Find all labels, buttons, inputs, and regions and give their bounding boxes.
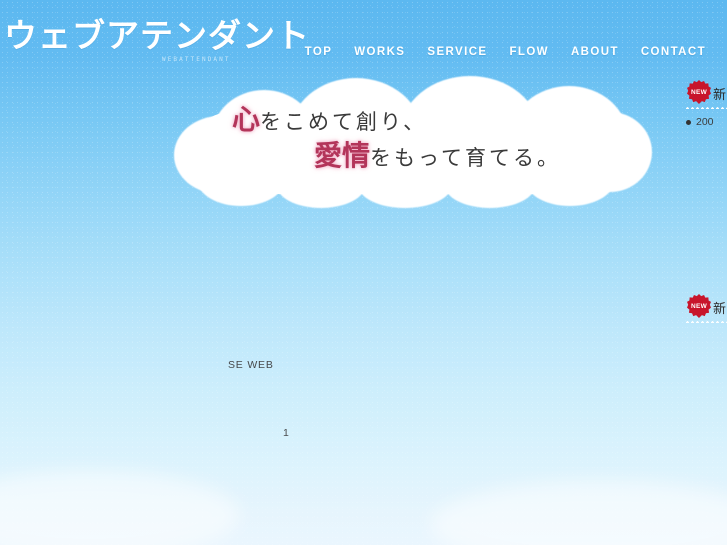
news-block-2: NEW 新 bbox=[681, 294, 727, 324]
haze-cloud-right bbox=[430, 480, 727, 545]
news-block-2-list bbox=[681, 330, 727, 339]
news-sidebar: NEW 新 200 NEW 新 bbox=[681, 78, 727, 458]
page-root: ··· ウェブアテンダント WEBATTENDANT TOP WORKS SER… bbox=[0, 0, 727, 545]
new-badge-icon[interactable]: NEW bbox=[687, 80, 711, 104]
haze-cloud-left bbox=[0, 470, 240, 545]
news-block-1-title: 新 bbox=[713, 88, 727, 103]
hero-accent-kokoro: 心 bbox=[232, 103, 261, 136]
news-block-2-header: NEW 新 bbox=[681, 294, 727, 324]
news-block-1-header: NEW 新 bbox=[681, 80, 727, 110]
hero-tagline-line-1: 心をこめて創り、 bbox=[232, 98, 427, 138]
hero-tagline: 心をこめて創り、 愛情をもって育てる。 bbox=[172, 82, 652, 212]
page-number: 1 bbox=[283, 427, 289, 439]
nav-item-works[interactable]: WORKS bbox=[343, 44, 416, 60]
new-badge-icon[interactable]: NEW bbox=[687, 294, 711, 318]
nav-item-service[interactable]: SERVICE bbox=[416, 44, 498, 60]
hero-line-2-rest: をもって育てる。 bbox=[370, 146, 561, 170]
nav-item-top[interactable]: TOP bbox=[294, 44, 344, 60]
hero-accent-aijou: 愛情 bbox=[314, 139, 371, 172]
hero-tagline-line-2: 愛情をもって育てる。 bbox=[314, 134, 561, 174]
news-block-1: NEW 新 200 bbox=[681, 80, 727, 128]
dotted-divider bbox=[685, 107, 727, 109]
main-navigation: TOP WORKS SERVICE FLOW ABOUT CONTACT bbox=[294, 44, 717, 60]
logo-dakuten-mark: ··· bbox=[86, 20, 102, 28]
news-block-2-title: 新 bbox=[713, 302, 727, 317]
logo-text: ウェブアテンダント bbox=[4, 16, 310, 55]
se-web-label: SE WEB bbox=[228, 359, 274, 371]
nav-item-flow[interactable]: FLOW bbox=[498, 44, 559, 60]
site-logo[interactable]: ··· ウェブアテンダント WEBATTENDANT bbox=[4, 16, 324, 72]
news-block-1-list: 200 bbox=[681, 116, 727, 137]
nav-item-about[interactable]: ABOUT bbox=[560, 44, 630, 60]
site-header: ··· ウェブアテンダント WEBATTENDANT TOP WORKS SER… bbox=[0, 0, 727, 78]
nav-item-contact[interactable]: CONTACT bbox=[630, 44, 717, 60]
hero-cloud-banner: 心をこめて創り、 愛情をもって育てる。 bbox=[172, 76, 652, 212]
hero-line-1-rest: をこめて創り、 bbox=[260, 110, 428, 134]
list-item[interactable]: 200 bbox=[681, 116, 727, 128]
logo-subtitle: WEBATTENDANT bbox=[162, 56, 231, 63]
dotted-divider bbox=[685, 321, 727, 323]
